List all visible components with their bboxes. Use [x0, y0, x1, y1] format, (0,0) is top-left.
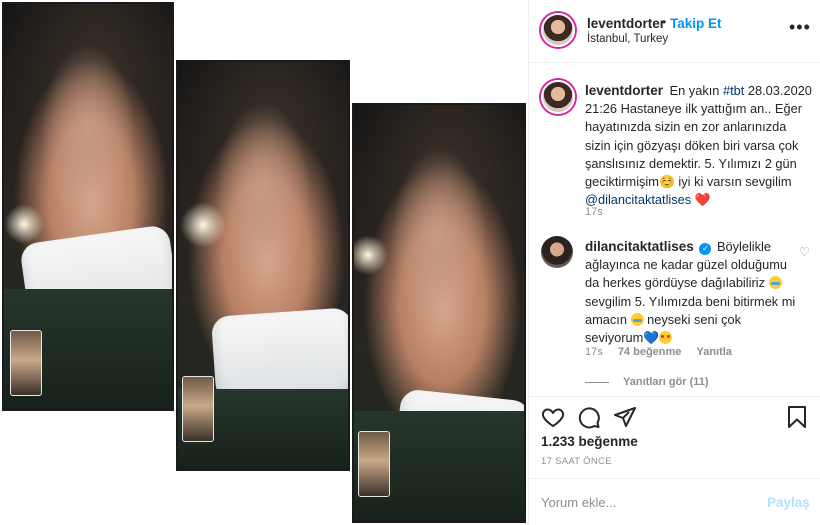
comment-likes[interactable]: 74 beğenme	[618, 346, 682, 358]
photo-frame-2	[176, 60, 350, 471]
reply-button[interactable]: Yanıtla	[696, 346, 731, 358]
comment-like-heart-icon[interactable]: ♡	[799, 245, 810, 259]
caption-text-body: 28.03.2020 21:26 Hastaneye ilk yattığım …	[585, 83, 812, 190]
post-action-bar	[529, 396, 820, 436]
heart-eyes-emoji-icon	[659, 331, 673, 345]
commenter-avatar[interactable]	[541, 236, 573, 268]
like-heart-icon[interactable]	[541, 405, 565, 429]
tears-of-joy-emoji-icon	[768, 276, 782, 290]
comment-input[interactable]	[541, 491, 751, 513]
blue-heart-emoji: 💙	[643, 330, 660, 346]
video-call-thumbnail	[10, 330, 42, 396]
caption-timestamp[interactable]: 17s	[585, 206, 603, 218]
tears-of-joy-emoji-icon	[630, 312, 644, 326]
comment-meta: 17s 74 beğenme Yanıtla	[585, 346, 744, 358]
author-username[interactable]: leventdorter	[587, 16, 665, 31]
view-replies-button[interactable]: Yanıtları gör (11)	[585, 376, 709, 388]
caption-hashtag[interactable]: #tbt	[723, 83, 744, 98]
comment-timestamp[interactable]: 17s	[585, 346, 603, 358]
post-location[interactable]: İstanbul, Turkey	[587, 33, 668, 45]
likes-count[interactable]: 1.233 beğenme	[541, 434, 638, 449]
video-call-thumbnail	[358, 431, 390, 497]
post-comment-button[interactable]: Paylaş	[767, 495, 810, 510]
post-media[interactable]	[0, 0, 528, 525]
view-replies-label: Yanıtları gör (11)	[623, 376, 709, 388]
photo-frame-3	[352, 103, 526, 523]
caption-author-avatar[interactable]	[541, 80, 575, 114]
post-sidebar: leventdorter • Takip Et İstanbul, Turkey…	[528, 0, 820, 525]
separator-dot: •	[662, 15, 667, 29]
caption-text-intro: En yakın	[669, 83, 720, 98]
red-heart-emoji: ❤️	[694, 192, 711, 208]
caption-username[interactable]: leventdorter	[585, 83, 663, 98]
comment-bubble-icon[interactable]	[577, 405, 601, 429]
caption-mention[interactable]: @dilancitaktatlises	[585, 192, 691, 207]
verified-badge-icon: ✓	[699, 243, 712, 255]
author-avatar[interactable]	[541, 13, 575, 47]
post-time-ago[interactable]: 17 SAAT ÖNCE	[541, 456, 612, 467]
follow-button[interactable]: Takip Et	[670, 16, 722, 31]
add-comment-bar: Paylaş	[529, 478, 820, 525]
post-caption: leventdorter En yakın #tbt 28.03.2020 21…	[585, 82, 813, 209]
comment-username[interactable]: dilancitaktatlises	[585, 239, 694, 254]
save-bookmark-icon[interactable]	[785, 405, 809, 429]
video-call-thumbnail	[182, 376, 214, 442]
photo-frame-1	[2, 2, 174, 411]
share-paper-plane-icon[interactable]	[613, 405, 637, 429]
comment-text: dilancitaktatlises ✓ Böylelikle ağlayınc…	[585, 238, 797, 347]
post-header: leventdorter • Takip Et İstanbul, Turkey…	[529, 0, 820, 63]
replies-divider	[585, 381, 609, 383]
more-horizontal-icon[interactable]: •••	[789, 18, 811, 36]
